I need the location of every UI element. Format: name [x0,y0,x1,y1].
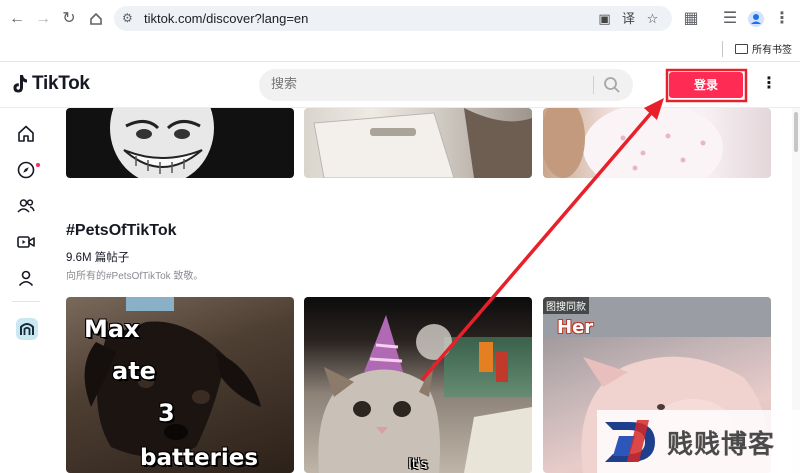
all-bookmarks-button[interactable]: 所有书签 [735,41,792,56]
app-shortcut-icon[interactable] [16,318,38,340]
search-icon[interactable] [603,76,621,94]
dog-caption-1: Max [84,315,140,343]
scrollbar-thumb[interactable] [794,112,798,152]
home-icon[interactable] [87,10,105,28]
pig-caption: Her [557,317,594,338]
back-icon[interactable]: ← [8,10,26,28]
translate-icon[interactable]: 译 [621,11,636,26]
following-users-icon[interactable] [16,196,36,216]
url-text[interactable]: tiktok.com/discover?lang=en [144,11,308,26]
sidebar-divider [12,301,40,302]
tiktok-header: TikTok 登录 ⋮ [0,62,800,108]
install-app-icon[interactable]: ▣ [597,11,612,26]
search-divider [593,76,594,94]
image-search-badge[interactable]: 图搜同款 [543,297,589,314]
video-thumbnail-troll[interactable] [66,108,294,178]
video-thumbnail-baby[interactable] [543,108,771,178]
cat-caption: It's [408,457,428,472]
sidebar [0,108,52,473]
search-input[interactable] [271,76,591,91]
address-bar[interactable]: ⚙ tiktok.com/discover?lang=en ▣ 译 ☆ [114,6,672,31]
folder-icon [735,43,748,54]
dog-caption-3: 3 [158,399,175,427]
live-video-icon[interactable] [16,232,36,252]
forward-icon[interactable]: → [34,10,52,28]
home-nav-icon[interactable] [16,124,36,144]
hashtag-description: 向所有的#PetsOfTikTok 致敬。 [66,271,204,282]
video-thumbnail-dog[interactable]: Max ate 3 batteries [66,297,294,473]
hashtag-title[interactable]: #PetsOfTikTok [66,222,177,240]
tiktok-note-icon [13,75,27,93]
video-thumbnail-cat[interactable]: It's [304,297,532,473]
watermark-logo [605,420,655,462]
baby-image [543,108,723,178]
notification-dot [36,163,40,167]
all-bookmarks-label: 所有书签 [752,45,792,56]
login-button[interactable]: 登录 [669,72,743,98]
box-image [313,108,532,178]
extensions-icon[interactable]: ▦ [682,10,700,28]
watermark-text: 贱贱博客 [667,430,776,460]
dog-caption-4: batteries [140,445,259,471]
explore-compass-icon[interactable] [16,160,36,180]
search-box[interactable] [259,69,633,101]
more-options-icon[interactable]: ⋮ [761,74,777,94]
troll-face-image [110,108,214,178]
browser-toolbar: ← → ↻ ⚙ tiktok.com/discover?lang=en ▣ 译 … [0,0,800,37]
bookmark-star-icon[interactable]: ☆ [645,11,660,26]
dog-caption-2: ate [112,357,156,385]
bookmarks-bar: 所有书签 [0,37,800,62]
profile-avatar-icon[interactable] [747,10,765,28]
reload-icon[interactable]: ↻ [60,10,78,28]
watermark: 贱贱博客 [597,410,800,473]
profile-user-icon[interactable] [16,268,36,288]
post-count: 9.6M 篇帖子 [66,252,130,264]
tiktok-logo[interactable]: TikTok [11,73,90,95]
site-info-icon[interactable]: ⚙ [122,12,136,25]
cat-party-image [318,315,532,473]
media-control-icon[interactable]: ☰ [721,10,739,28]
logo-text: TikTok [32,73,90,94]
bookmarks-separator [722,41,723,57]
video-thumbnail-box[interactable] [304,108,532,178]
browser-menu-icon[interactable]: ⋮ [773,10,791,28]
